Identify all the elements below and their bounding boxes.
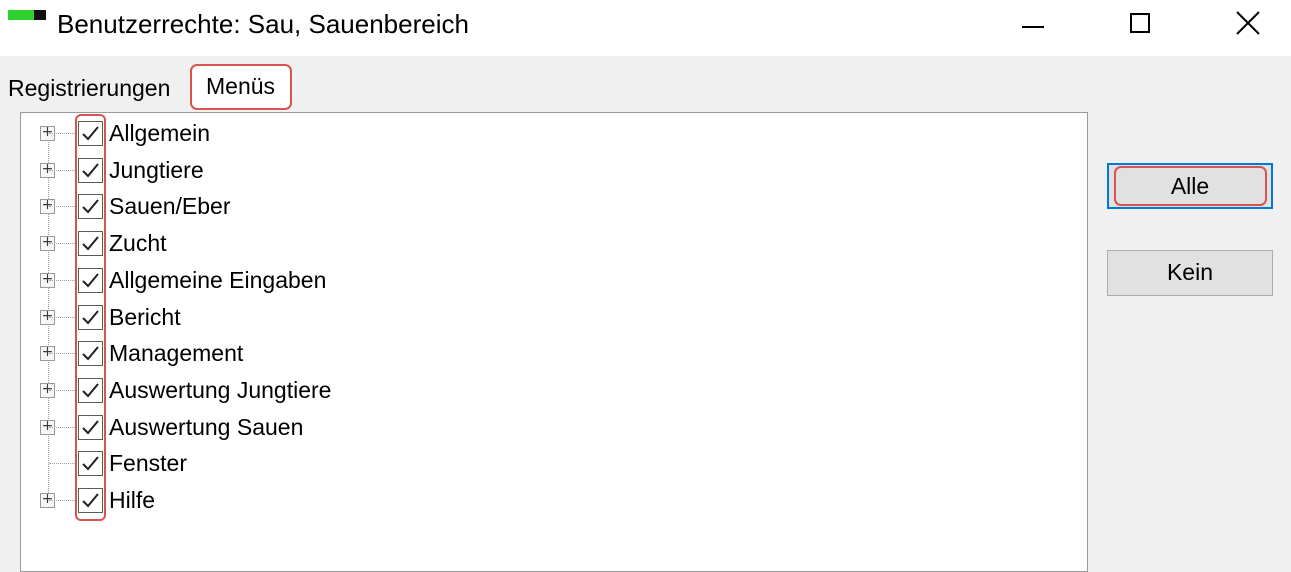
tree-connector [49, 279, 75, 281]
tree-item[interactable]: + Hilfe [21, 483, 1021, 519]
tree-item[interactable]: + Management [21, 336, 1021, 372]
app-status-icon [8, 10, 46, 20]
maximize-button[interactable] [1088, 0, 1192, 50]
tree-connector [49, 389, 75, 391]
tree-item-label: Allgemeine Eingaben [109, 266, 327, 293]
tree-item-label: Bericht [109, 303, 181, 330]
tab-registrierungen[interactable]: Registrierungen [8, 74, 170, 102]
tree-item[interactable]: + Allgemeine Eingaben [21, 263, 1021, 299]
maximize-icon [1130, 13, 1150, 33]
tree-item[interactable]: + Auswertung Sauen [21, 410, 1021, 446]
tab-strip: Registrierungen Menüs [0, 62, 1291, 112]
none-button-label: Kein [1166, 259, 1214, 285]
menu-tree[interactable]: + Allgemein + Jungtiere + Sauen/Eber + Zucht + Al… [20, 112, 1088, 572]
none-button[interactable]: Kein [1107, 250, 1273, 296]
tree-item[interactable]: Fenster [21, 446, 1021, 482]
tree-item[interactable]: + Bericht [21, 300, 1021, 336]
tree-item-label: Jungtiere [109, 156, 204, 183]
tree-connector [49, 353, 75, 355]
tree-item-label: Auswertung Sauen [109, 413, 304, 440]
tree-item[interactable]: + Zucht [21, 226, 1021, 262]
tree-connector [49, 243, 75, 245]
tree-item-label: Fenster [109, 450, 187, 477]
minimize-icon [1022, 26, 1044, 28]
title-bar: Benutzerrechte: Sau, Sauenbereich [0, 0, 1291, 56]
tab-menus-label: Menüs [206, 73, 276, 99]
minimize-button[interactable] [980, 0, 1084, 50]
tree-item-label: Auswertung Jungtiere [109, 376, 332, 403]
checkbox-column-highlight [75, 114, 106, 521]
all-button-highlight [1114, 166, 1267, 206]
all-button[interactable]: Alle [1107, 163, 1273, 209]
tree-connector [49, 463, 75, 465]
close-icon [1236, 11, 1260, 35]
tree-item[interactable]: + Jungtiere [21, 153, 1021, 189]
tree-item-label: Management [109, 340, 244, 367]
tree-item[interactable]: + Allgemein [21, 116, 1021, 152]
tree-connector [49, 206, 75, 208]
tree-connector [49, 426, 75, 428]
tree-item-label: Zucht [109, 230, 167, 257]
tree-item-label: Sauen/Eber [109, 193, 231, 220]
close-button[interactable] [1188, 0, 1291, 50]
tab-menus[interactable]: Menüs [190, 64, 292, 110]
tree-connector [49, 169, 75, 171]
tree-item[interactable]: + Sauen/Eber [21, 189, 1021, 225]
tree-item[interactable]: + Auswertung Jungtiere [21, 373, 1021, 409]
window-title: Benutzerrechte: Sau, Sauenbereich [57, 9, 469, 39]
tree-connector [49, 316, 75, 318]
tree-connector [49, 133, 75, 134]
tree-item-label: Allgemein [109, 120, 210, 146]
tree-connector [49, 500, 75, 501]
tree-item-label: Hilfe [109, 487, 156, 513]
